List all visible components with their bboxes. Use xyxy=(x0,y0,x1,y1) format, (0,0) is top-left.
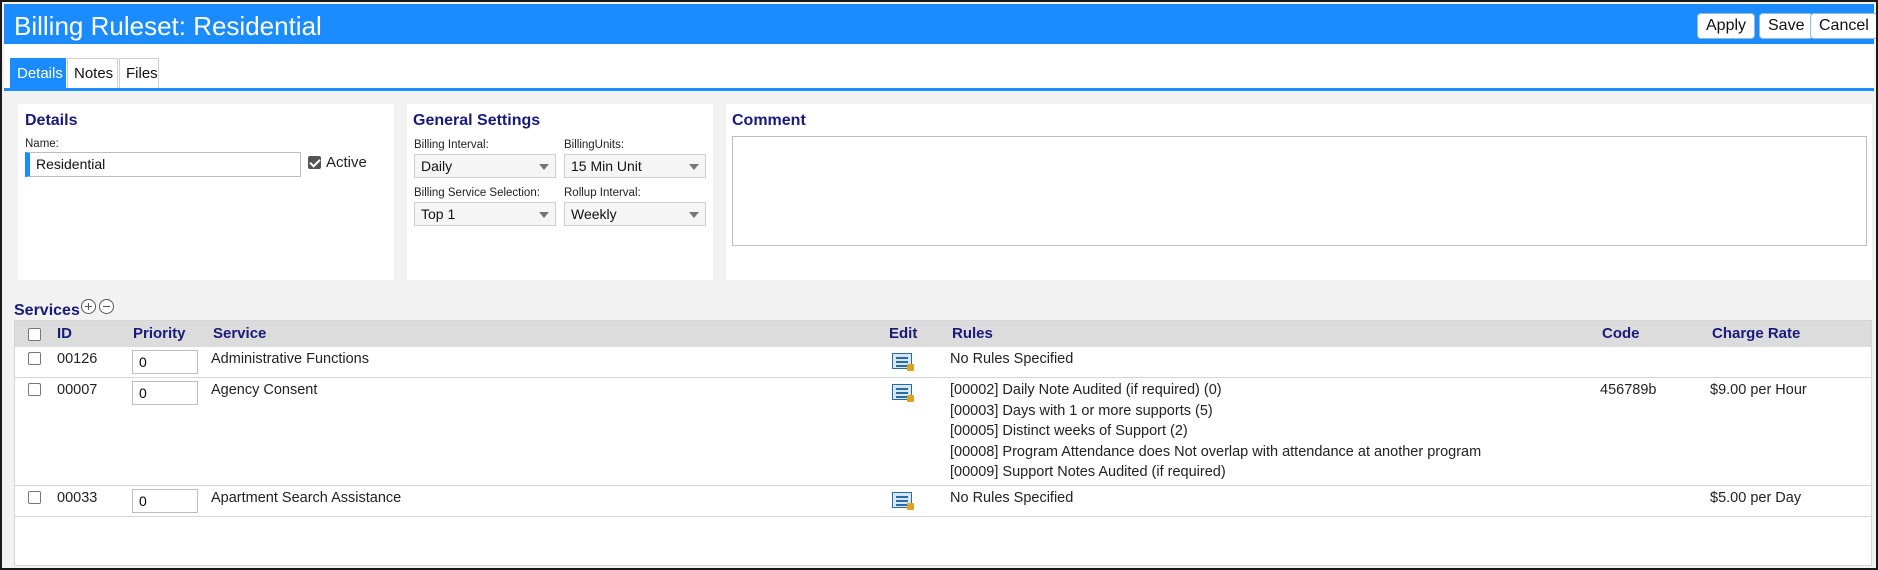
priority-input[interactable]: 0 xyxy=(132,381,198,405)
rule-line: [00002] Daily Note Audited (if required)… xyxy=(950,382,1222,398)
billing-interval-select[interactable]: Daily xyxy=(414,154,556,178)
row-service: Apartment Search Assistance xyxy=(211,490,402,506)
service-selection-label: Billing Service Selection: xyxy=(414,187,540,199)
row-service: Agency Consent xyxy=(211,382,318,398)
chevron-down-icon xyxy=(689,212,699,218)
edit-rules-icon[interactable] xyxy=(892,353,914,371)
billing-units-value: 15 Min Unit xyxy=(571,158,642,174)
row-charge-rate: $5.00 per Day xyxy=(1710,490,1802,506)
priority-input[interactable]: 0 xyxy=(132,489,198,513)
column-id[interactable]: ID xyxy=(57,325,72,342)
edit-rules-icon[interactable] xyxy=(892,492,914,510)
rule-line: No Rules Specified xyxy=(950,490,1074,506)
rollup-interval-select[interactable]: Weekly xyxy=(564,202,706,226)
select-all-checkbox[interactable] xyxy=(28,328,41,341)
tab-underline xyxy=(4,88,1874,91)
tab-files[interactable]: Files xyxy=(119,58,159,88)
chevron-down-icon xyxy=(539,164,549,170)
service-selection-select[interactable]: Top 1 xyxy=(414,202,556,226)
billing-units-select[interactable]: 15 Min Unit xyxy=(564,154,706,178)
rule-line: [00009] Support Notes Audited (if requir… xyxy=(950,464,1226,480)
active-label: Active xyxy=(326,154,367,171)
apply-button[interactable]: Apply xyxy=(1697,13,1756,39)
details-panel: Details Name: Residential Active xyxy=(18,104,394,280)
page-title: Billing Ruleset: Residential xyxy=(14,11,322,41)
general-settings-title: General Settings xyxy=(413,112,541,129)
rule-line: No Rules Specified xyxy=(950,351,1074,367)
column-service[interactable]: Service xyxy=(213,325,266,342)
cancel-button[interactable]: Cancel xyxy=(1810,13,1876,39)
name-label: Name: xyxy=(25,138,59,150)
row-charge-rate: $9.00 per Hour xyxy=(1710,382,1807,398)
table-row: 00033 0 Apartment Search Assistance No R… xyxy=(15,486,1871,517)
row-checkbox[interactable] xyxy=(28,491,41,504)
tab-bar: Details Notes Files xyxy=(4,44,1874,91)
save-button[interactable]: Save xyxy=(1759,13,1814,39)
tab-notes[interactable]: Notes xyxy=(67,58,118,88)
comment-panel: Comment xyxy=(726,104,1872,280)
row-id: 00007 xyxy=(57,382,98,398)
row-checkbox[interactable] xyxy=(28,352,41,365)
rule-line: [00008] Program Attendance does Not over… xyxy=(950,444,1482,460)
billing-ruleset-window: Billing Ruleset: Residential Apply Save … xyxy=(0,0,1878,570)
name-input[interactable]: Residential xyxy=(25,152,301,177)
column-charge-rate[interactable]: Charge Rate xyxy=(1712,325,1800,342)
general-settings-panel: General Settings Billing Interval: Daily… xyxy=(407,104,713,280)
row-service: Administrative Functions xyxy=(211,351,369,367)
chevron-down-icon xyxy=(539,212,549,218)
service-selection-value: Top 1 xyxy=(421,206,456,222)
details-panel-title: Details xyxy=(25,112,78,129)
table-row: 00007 0 Agency Consent [00002] Daily Not… xyxy=(15,378,1871,486)
column-code[interactable]: Code xyxy=(1602,325,1640,342)
row-checkbox[interactable] xyxy=(28,383,41,396)
services-title: Services xyxy=(14,302,80,319)
active-checkbox[interactable] xyxy=(308,156,321,169)
title-bar: Billing Ruleset: Residential Apply Save … xyxy=(4,4,1876,44)
chevron-down-icon xyxy=(689,164,699,170)
column-priority[interactable]: Priority xyxy=(133,325,186,342)
tab-details[interactable]: Details xyxy=(10,58,66,88)
column-rules[interactable]: Rules xyxy=(952,325,993,342)
rule-line: [00003] Days with 1 or more supports (5) xyxy=(950,403,1213,419)
plus-circle-icon[interactable] xyxy=(81,299,96,314)
priority-input[interactable]: 0 xyxy=(132,350,198,374)
billing-units-label: BillingUnits: xyxy=(564,139,625,151)
billing-interval-value: Daily xyxy=(421,158,453,174)
table-row: 00126 0 Administrative Functions No Rule… xyxy=(15,347,1871,378)
minus-circle-icon[interactable] xyxy=(99,299,114,314)
billing-interval-label: Billing Interval: xyxy=(414,139,489,151)
comment-textarea[interactable] xyxy=(732,136,1867,246)
row-id: 00126 xyxy=(57,351,98,367)
rollup-interval-value: Weekly xyxy=(571,206,617,222)
edit-rules-icon[interactable] xyxy=(892,384,914,402)
row-code: 456789b xyxy=(1600,382,1657,398)
column-edit: Edit xyxy=(889,325,918,342)
table-header: ID Priority Service Edit Rules Code Char… xyxy=(15,321,1871,347)
row-id: 00033 xyxy=(57,490,98,506)
rule-line: [00005] Distinct weeks of Support (2) xyxy=(950,423,1188,439)
services-table: ID Priority Service Edit Rules Code Char… xyxy=(14,320,1872,566)
comment-title: Comment xyxy=(732,112,806,129)
rollup-interval-label: Rollup Interval: xyxy=(564,187,641,199)
